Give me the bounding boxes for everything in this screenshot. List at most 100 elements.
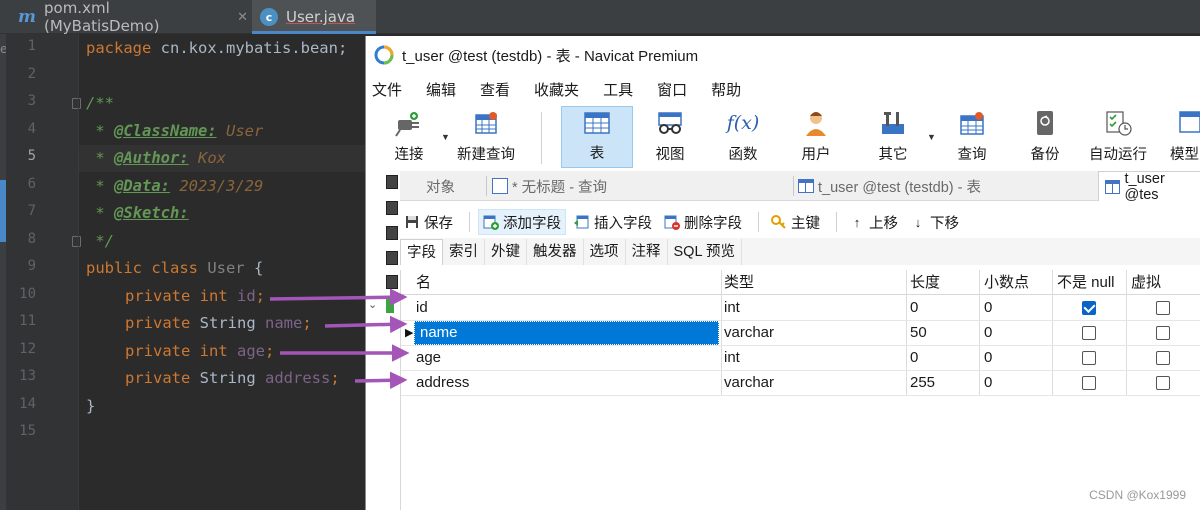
code-line-6[interactable]: * @Data: 2023/3/29 bbox=[86, 173, 263, 200]
virtual-checkbox[interactable] bbox=[1156, 351, 1170, 365]
auto-run-button[interactable]: 自动运行 bbox=[1086, 106, 1150, 168]
column-header-name[interactable]: 名 bbox=[411, 270, 711, 295]
code-line-10[interactable]: private int id; bbox=[125, 283, 265, 310]
not-null-checkbox[interactable] bbox=[1082, 376, 1096, 390]
not-null-checkbox[interactable] bbox=[1082, 351, 1096, 365]
code-line-9[interactable]: public class User { bbox=[86, 255, 263, 282]
auto-run-icon bbox=[1101, 106, 1135, 139]
menu-edit[interactable]: 编辑 bbox=[414, 79, 468, 100]
cell-field-decimals[interactable]: 0 bbox=[979, 345, 1051, 370]
line-number: 5 bbox=[27, 148, 36, 164]
cell-field-type[interactable]: varchar bbox=[719, 370, 905, 395]
virtual-checkbox[interactable] bbox=[1156, 376, 1170, 390]
other-button[interactable]: 其它 bbox=[871, 106, 915, 168]
cell-field-name[interactable]: id bbox=[411, 295, 721, 320]
primary-key-button[interactable]: 主键 bbox=[767, 209, 824, 235]
not-null-checkbox[interactable] bbox=[1082, 301, 1096, 315]
cell-field-type[interactable]: int bbox=[719, 295, 905, 320]
code-line-7[interactable]: * @Sketch: bbox=[86, 200, 188, 227]
backup-button[interactable]: 备份 bbox=[1023, 106, 1067, 168]
cell-field-length[interactable]: 0 bbox=[905, 295, 977, 320]
move-down-button[interactable]: ↓ 下移 bbox=[906, 209, 963, 235]
cell-field-decimals[interactable]: 0 bbox=[979, 320, 1051, 345]
code-line-4[interactable]: * @ClassName: User bbox=[86, 118, 263, 145]
not-null-checkbox[interactable] bbox=[1082, 326, 1096, 340]
tab-foreign-keys[interactable]: 外键 bbox=[485, 239, 527, 265]
code-line-14[interactable]: } bbox=[86, 393, 95, 420]
cell-field-decimals[interactable]: 0 bbox=[979, 370, 1051, 395]
object-icon[interactable] bbox=[386, 275, 398, 289]
menu-view[interactable]: 查看 bbox=[468, 79, 522, 100]
cell-field-name[interactable]: address bbox=[411, 370, 721, 395]
plug-connection-icon bbox=[392, 106, 426, 139]
cell-field-decimals[interactable]: 0 bbox=[979, 295, 1051, 320]
user-button[interactable]: 用户 bbox=[794, 106, 838, 168]
delete-field-button[interactable]: 删除字段 bbox=[660, 209, 746, 235]
move-up-button[interactable]: ↑ 上移 bbox=[845, 209, 902, 235]
query-button[interactable]: 查询 bbox=[950, 106, 994, 168]
object-icon[interactable] bbox=[386, 201, 398, 215]
object-icon[interactable] bbox=[386, 226, 398, 240]
cell-field-name[interactable]: age bbox=[411, 345, 721, 370]
connection-button[interactable]: 连接 bbox=[386, 106, 432, 168]
model-button[interactable]: 模型 bbox=[1170, 106, 1200, 168]
code-keyword: private int bbox=[125, 287, 228, 305]
cell-field-length[interactable]: 0 bbox=[905, 345, 977, 370]
menu-window[interactable]: 窗口 bbox=[645, 79, 699, 100]
cell-field-length[interactable]: 255 bbox=[905, 370, 977, 395]
insert-field-button[interactable]: 插入字段 bbox=[570, 209, 656, 235]
virtual-checkbox[interactable] bbox=[1156, 301, 1170, 315]
fold-toggle-icon[interactable] bbox=[72, 236, 81, 247]
code-comment: * bbox=[86, 177, 114, 195]
menu-file[interactable]: 文件 bbox=[366, 79, 414, 100]
view-button[interactable]: 视图 bbox=[648, 106, 692, 168]
save-button[interactable]: 保存 bbox=[400, 209, 457, 235]
dropdown-arrow-icon[interactable]: ▼ bbox=[927, 132, 936, 142]
column-header-virtual[interactable]: 虚拟 bbox=[1126, 270, 1196, 295]
object-icon[interactable] bbox=[386, 251, 398, 265]
function-button[interactable]: f(x) 函数 bbox=[721, 106, 765, 168]
tab-indexes[interactable]: 索引 bbox=[443, 239, 485, 265]
tab-triggers[interactable]: 触发器 bbox=[527, 239, 584, 265]
tab-t-user-design[interactable]: t_user @tes bbox=[1098, 171, 1200, 203]
new-query-button[interactable]: 新建查询 bbox=[454, 106, 518, 168]
tab-options[interactable]: 选项 bbox=[584, 239, 626, 265]
tab-objects[interactable]: 对象 bbox=[426, 171, 455, 201]
tab-pom-xml[interactable]: m pom.xml (MyBatisDemo) ✕ bbox=[10, 0, 248, 35]
code-line-11[interactable]: private String name; bbox=[125, 310, 312, 337]
cell-field-type[interactable]: int bbox=[719, 345, 905, 370]
code-line-13[interactable]: private String address; bbox=[125, 365, 340, 392]
code-line-5[interactable]: * @Author: Kox bbox=[86, 145, 226, 172]
chevron-down-icon[interactable]: ⌄ bbox=[368, 298, 377, 311]
code-line-8[interactable]: */ bbox=[86, 228, 114, 255]
table-button[interactable]: 表 bbox=[561, 106, 633, 168]
column-header-length[interactable]: 长度 bbox=[905, 270, 975, 295]
tab-user-java[interactable]: c User.java bbox=[252, 0, 376, 34]
menu-help[interactable]: 帮助 bbox=[699, 79, 753, 100]
column-header-decimals[interactable]: 小数点 bbox=[979, 270, 1049, 295]
code-line-1[interactable]: package cn.kox.mybatis.bean; bbox=[86, 35, 347, 62]
table-tree-icon[interactable] bbox=[386, 299, 394, 313]
tab-t-user-table[interactable]: t_user @test (testdb) - 表 bbox=[798, 171, 981, 201]
cell-field-length[interactable]: 50 bbox=[905, 320, 977, 345]
tab-fields[interactable]: 字段 bbox=[400, 239, 443, 265]
menu-tools[interactable]: 工具 bbox=[591, 79, 645, 100]
add-field-button[interactable]: 添加字段 bbox=[478, 209, 566, 235]
tab-untitled-query[interactable]: * 无标题 - 查询 bbox=[492, 171, 607, 201]
menu-favorites[interactable]: 收藏夹 bbox=[522, 79, 591, 100]
cell-field-name[interactable]: name bbox=[414, 321, 719, 345]
cell-field-type[interactable]: varchar bbox=[719, 320, 905, 345]
tab-sql-preview[interactable]: SQL 预览 bbox=[668, 239, 743, 265]
maven-m-icon: m bbox=[18, 7, 36, 27]
close-icon[interactable]: ✕ bbox=[237, 10, 248, 25]
column-header-type[interactable]: 类型 bbox=[719, 270, 899, 295]
virtual-checkbox[interactable] bbox=[1156, 326, 1170, 340]
tab-comments[interactable]: 注释 bbox=[626, 239, 668, 265]
column-header-not-null[interactable]: 不是 null bbox=[1052, 270, 1124, 295]
object-icon[interactable] bbox=[386, 175, 398, 189]
code-line-3[interactable]: /** bbox=[86, 90, 114, 117]
arrow-down-icon: ↓ bbox=[914, 214, 922, 230]
fold-toggle-icon[interactable] bbox=[72, 98, 81, 109]
code-line-12[interactable]: private int age; bbox=[125, 338, 274, 365]
dropdown-arrow-icon[interactable]: ▼ bbox=[441, 132, 450, 142]
